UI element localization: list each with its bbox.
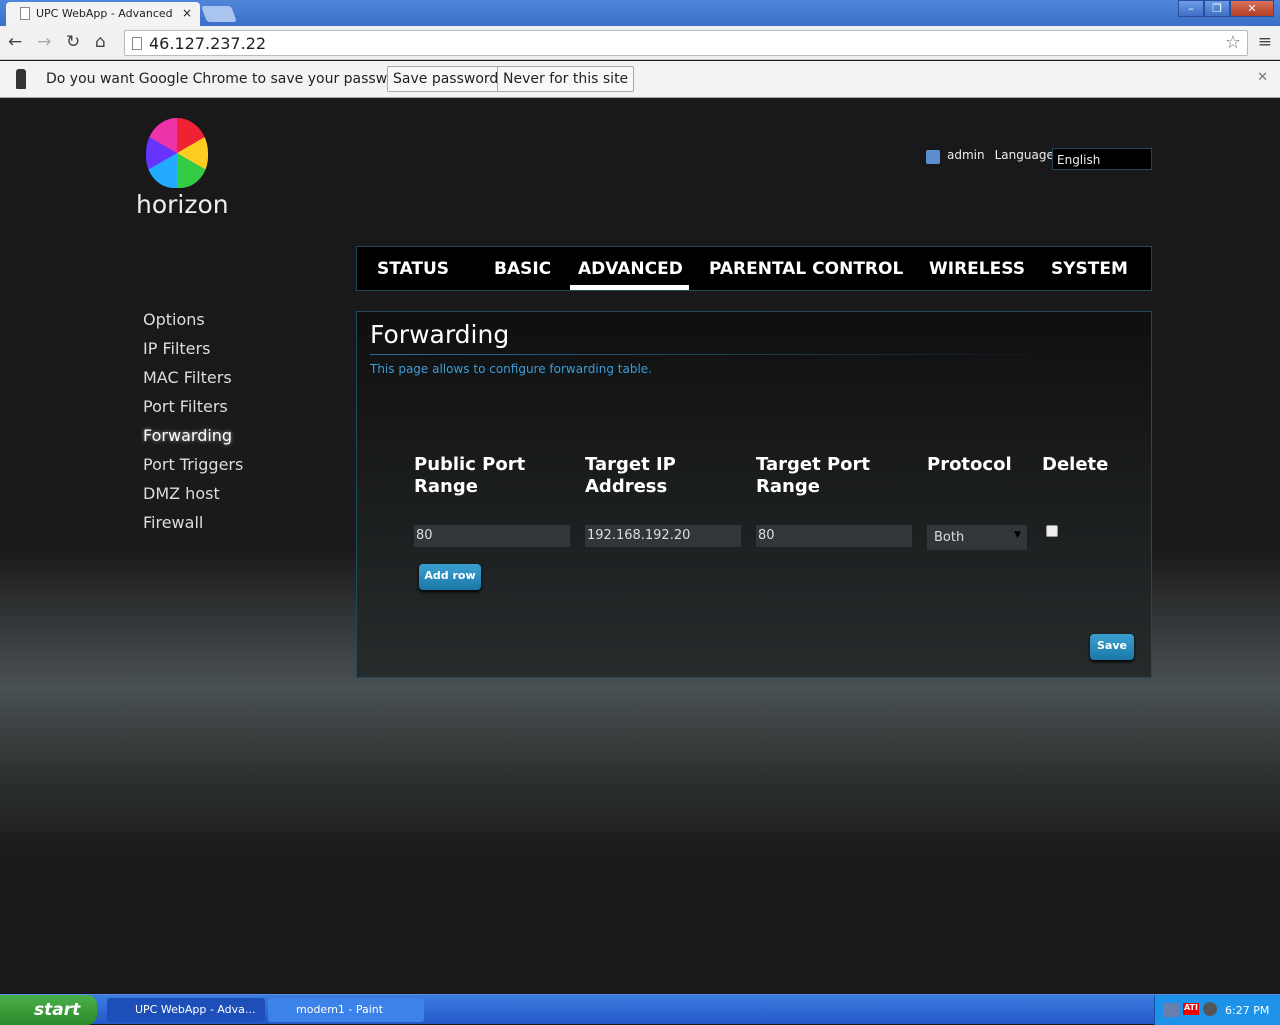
tab-system[interactable]: SYSTEM	[1051, 259, 1128, 279]
horizon-logo: horizon	[136, 118, 229, 222]
lock-icon	[926, 150, 940, 164]
save-password-button[interactable]: Save password	[387, 66, 505, 92]
col-target-port-range: Target Port Range	[756, 454, 870, 497]
active-tab-indicator	[570, 285, 689, 290]
close-infobar-icon[interactable]: ✕	[1257, 70, 1268, 85]
username: admin	[947, 148, 985, 162]
home-icon[interactable]: ⌂	[95, 32, 106, 52]
title-bar: UPC WebApp - Advanced × – ❐ ✕	[0, 0, 1280, 26]
page-icon	[132, 37, 142, 50]
title-divider	[370, 354, 1090, 355]
clock: 6:27 PM	[1225, 1004, 1270, 1017]
protocol-value: Both	[934, 530, 965, 545]
protocol-select[interactable]: Both ▼	[927, 525, 1027, 550]
sidebar: Options IP Filters MAC Filters Port Filt…	[143, 310, 243, 542]
language-label: Language	[994, 148, 1054, 162]
sidebar-item-forwarding[interactable]: Forwarding	[143, 426, 243, 455]
save-password-infobar: Do you want Google Chrome to save your p…	[0, 61, 1280, 98]
language-select[interactable]: English	[1052, 148, 1152, 170]
delete-checkbox[interactable]	[1046, 525, 1058, 537]
public-port-input[interactable]: 80	[414, 525, 570, 547]
col-delete: Delete	[1042, 454, 1109, 475]
sidebar-item-options[interactable]: Options	[143, 310, 243, 339]
col-target-ip-address: Target IP Address	[585, 454, 676, 497]
never-for-site-button[interactable]: Never for this site	[497, 66, 635, 92]
save-button[interactable]: Save	[1090, 634, 1134, 660]
page-description: This page allows to configure forwarding…	[370, 362, 653, 376]
col-public-port-range: Public Port Range	[414, 454, 526, 497]
sidebar-item-dmz-host[interactable]: DMZ host	[143, 484, 243, 513]
minimize-button[interactable]: –	[1178, 0, 1204, 17]
ati-icon[interactable]: ATI	[1183, 1003, 1199, 1015]
add-row-button[interactable]: Add row	[419, 564, 481, 590]
reload-icon[interactable]: ↻	[66, 32, 80, 52]
forwarding-panel: Forwarding This page allows to configure…	[356, 311, 1152, 678]
address-bar[interactable]: 46.127.237.22 ☆	[124, 30, 1248, 56]
user-info: admin Language	[926, 148, 1054, 164]
url-text: 46.127.237.22	[149, 34, 267, 53]
main-nav: STATUS BASIC ADVANCED PARENTAL CONTROL W…	[356, 246, 1152, 291]
sidebar-item-port-filters[interactable]: Port Filters	[143, 397, 243, 426]
bookmark-star-icon[interactable]: ☆	[1225, 32, 1241, 53]
key-icon	[16, 69, 26, 89]
sidebar-item-ip-filters[interactable]: IP Filters	[143, 339, 243, 368]
close-window-button[interactable]: ✕	[1230, 0, 1274, 17]
tab-status[interactable]: STATUS	[377, 259, 449, 279]
new-tab-button[interactable]	[201, 6, 237, 22]
tab-parental-control[interactable]: PARENTAL CONTROL	[709, 259, 903, 279]
tab-title: UPC WebApp - Advanced	[36, 7, 173, 20]
infobar-message: Do you want Google Chrome to save your p…	[46, 71, 418, 87]
sidebar-item-port-triggers[interactable]: Port Triggers	[143, 455, 243, 484]
dropdown-arrow-icon: ▼	[1014, 530, 1021, 540]
sidebar-item-firewall[interactable]: Firewall	[143, 513, 243, 542]
menu-icon[interactable]: ≡	[1258, 32, 1272, 52]
browser-toolbar: ← → ↻ ⌂ 46.127.237.22 ☆ ≡	[0, 26, 1280, 60]
target-ip-input[interactable]: 192.168.192.20	[585, 525, 741, 547]
start-button[interactable]: start	[0, 995, 97, 1025]
logo-flower-icon	[146, 118, 208, 188]
tab-wireless[interactable]: WIRELESS	[929, 259, 1025, 279]
taskbar: start UPC WebApp - Adva... modem1 - Pain…	[0, 994, 1280, 1025]
page-title: Forwarding	[370, 320, 510, 349]
tab-advanced[interactable]: ADVANCED	[578, 259, 683, 279]
back-icon[interactable]: ←	[8, 32, 22, 52]
taskbar-item-chrome[interactable]: UPC WebApp - Adva...	[107, 998, 265, 1022]
tab-basic[interactable]: BASIC	[494, 259, 551, 279]
restore-button[interactable]: ❐	[1204, 0, 1230, 17]
col-protocol: Protocol	[927, 454, 1012, 475]
taskbar-item-paint[interactable]: modem1 - Paint	[268, 998, 424, 1022]
page: horizon admin Language English STATUS BAS…	[0, 98, 1280, 994]
close-tab-icon[interactable]: ×	[182, 6, 192, 20]
volume-icon[interactable]	[1203, 1002, 1217, 1016]
forward-icon[interactable]: →	[37, 32, 51, 52]
sidebar-item-mac-filters[interactable]: MAC Filters	[143, 368, 243, 397]
browser-tab[interactable]: UPC WebApp - Advanced ×	[6, 2, 200, 26]
target-port-input[interactable]: 80	[756, 525, 912, 547]
system-tray: ATI 6:27 PM	[1154, 995, 1280, 1025]
page-icon	[20, 7, 30, 20]
network-icon[interactable]	[1163, 1003, 1179, 1017]
